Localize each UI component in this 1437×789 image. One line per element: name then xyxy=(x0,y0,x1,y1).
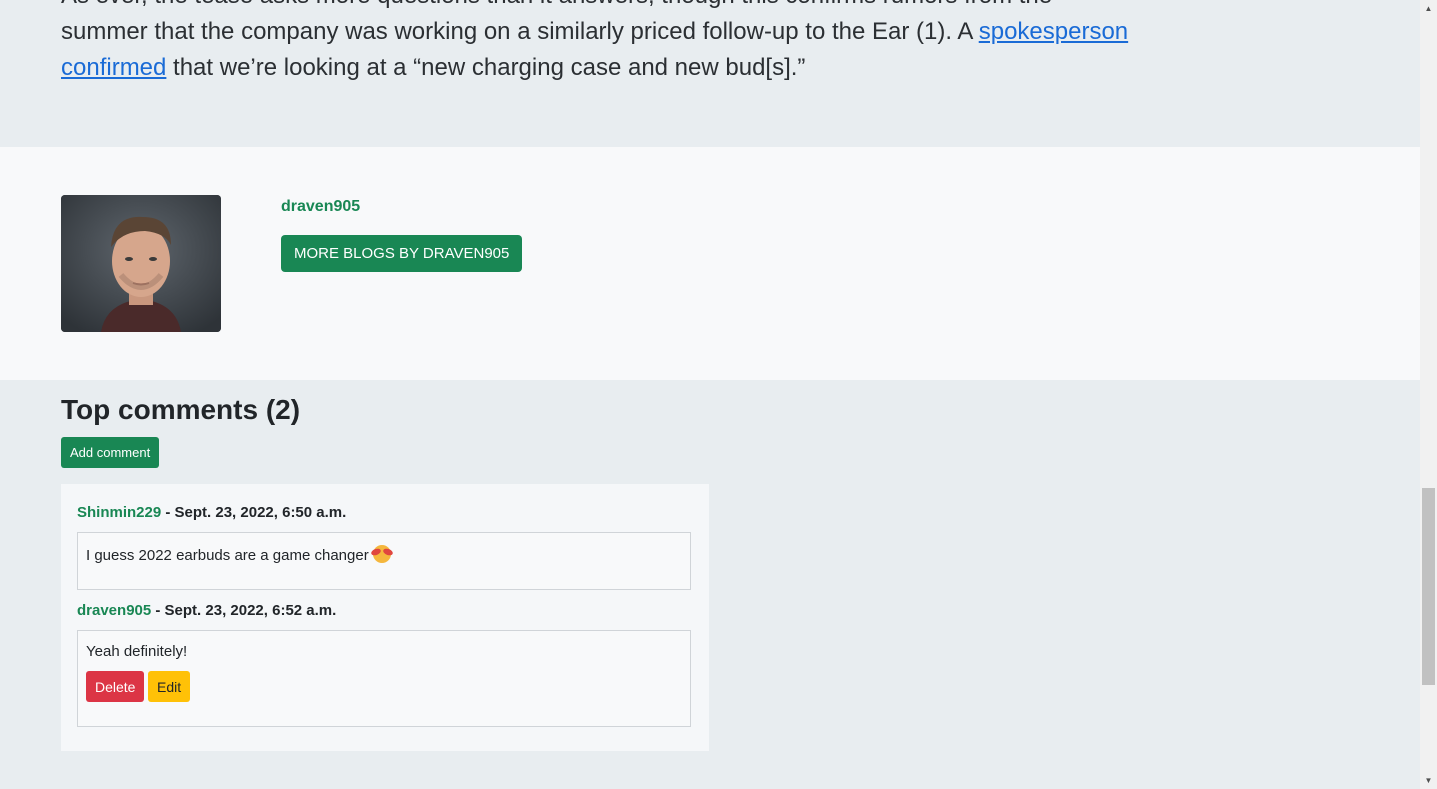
comment-author[interactable]: Shinmin229 xyxy=(77,504,161,521)
add-comment-button[interactable]: Add comment xyxy=(61,437,160,468)
comments-list: Shinmin229 - Sept. 23, 2022, 6:50 a.m. I… xyxy=(61,484,709,751)
scrollbar-thumb[interactable] xyxy=(1422,488,1435,685)
more-blogs-button[interactable]: MORE BLOGS BY DRAVEN905 xyxy=(281,235,523,272)
comment-header: draven905 - Sept. 23, 2022, 6:52 a.m. xyxy=(77,602,336,619)
comments-section: Top comments (2) Add comment Shinmin229 … xyxy=(0,380,1420,789)
delete-comment-button[interactable]: Delete xyxy=(86,671,145,702)
article-section: As ever, the tease asks more questions t… xyxy=(0,0,1420,147)
author-name[interactable]: draven905 xyxy=(281,198,360,216)
comments-heading: Top comments (2) xyxy=(61,394,301,425)
comment-author[interactable]: draven905 xyxy=(77,602,151,619)
comment-date: - Sept. 23, 2022, 6:50 a.m. xyxy=(161,504,347,521)
comment-body: Yeah definitely! Delete Edit xyxy=(77,630,691,727)
author-section: draven905 MORE BLOGS BY DRAVEN905 xyxy=(0,147,1420,380)
author-avatar xyxy=(61,195,221,332)
scroll-up-arrow-icon[interactable]: ▲ xyxy=(1420,0,1437,17)
article-paragraph: As ever, the tease asks more questions t… xyxy=(61,0,1151,86)
page-viewport: As ever, the tease asks more questions t… xyxy=(0,0,1420,789)
article-text-line1: As ever, the tease asks more questions t… xyxy=(61,0,1052,9)
author-portrait-icon xyxy=(61,195,221,332)
edit-comment-button[interactable]: Edit xyxy=(148,671,191,702)
article-text-line2-end: that we’re looking at a “new charging ca… xyxy=(166,54,806,81)
scroll-down-arrow-icon[interactable]: ▼ xyxy=(1420,772,1437,789)
comment-body: I guess 2022 earbuds are a game changer xyxy=(77,532,691,590)
comment-header: Shinmin229 - Sept. 23, 2022, 6:50 a.m. xyxy=(77,504,346,521)
vertical-scrollbar[interactable]: ▲ ▼ xyxy=(1420,0,1437,789)
comment-text: I guess 2022 earbuds are a game changer xyxy=(86,547,369,564)
comment-text: Yeah definitely! xyxy=(86,643,188,660)
comment-date: - Sept. 23, 2022, 6:52 a.m. xyxy=(151,602,337,619)
comment-text-wrap: I guess 2022 earbuds are a game changer xyxy=(86,545,391,564)
smiling-face-with-hearts-icon xyxy=(372,545,391,563)
article-text-line2: summer that the company was working on a… xyxy=(61,18,979,45)
